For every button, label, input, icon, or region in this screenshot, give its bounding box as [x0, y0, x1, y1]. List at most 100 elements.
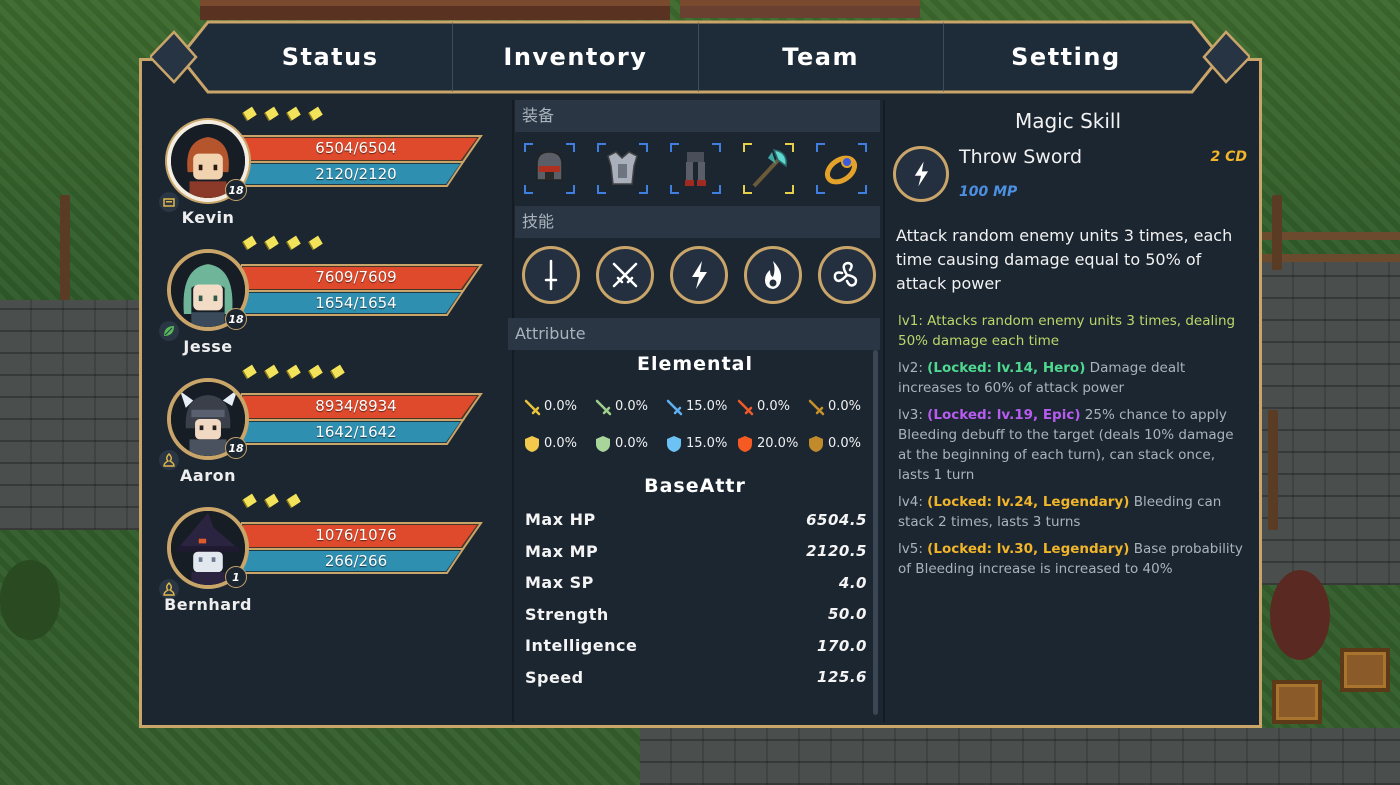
- star-icon: [287, 106, 301, 121]
- star-rating: [243, 493, 301, 508]
- elemental-title: Elemental: [636, 353, 753, 375]
- crossed-swords-skill-icon[interactable]: [596, 246, 654, 304]
- skill-level-1: lv1: Attacks random enemy units 3 times,…: [898, 313, 1236, 349]
- mp-value: 1642/1642: [315, 423, 397, 441]
- skill-mp-cost: 100 MP: [959, 184, 1018, 200]
- equipment-slots: [523, 142, 878, 198]
- level-badge: 18: [225, 308, 247, 330]
- star-icon: [287, 235, 301, 250]
- member-name: Aaron: [180, 466, 236, 485]
- attr-row-strength: Strength 50.0: [525, 604, 867, 624]
- tab-inventory[interactable]: Inventory: [453, 22, 699, 92]
- attribute-panel: Elemental 0.0% 0.0% 15.0% 0.0% 0.0% 0.0%…: [515, 348, 880, 725]
- star-icon: [243, 235, 257, 250]
- hp-mp-bars: 1076/1076 266/266: [241, 519, 491, 577]
- star-rating: [243, 235, 323, 250]
- base-attr-list: Max HP 6504.5 Max MP 2120.5 Max SP 4.0 Stre…: [525, 504, 867, 693]
- team-list: 6504/6504 2120/2120 18 Kevin 7609/7609 1…: [143, 100, 513, 725]
- member-name: Kevin: [181, 208, 235, 227]
- lightning-skill-icon[interactable]: [670, 246, 728, 304]
- axe-icon[interactable]: [742, 142, 795, 195]
- star-icon: [309, 235, 323, 250]
- skill-level-4: lv4: (Locked: lv.24, Legendary) Bleeding…: [898, 494, 1222, 530]
- sword-green-icon: 0.0%: [594, 398, 665, 416]
- greaves-icon[interactable]: [669, 142, 722, 195]
- sword-skill-icon[interactable]: [522, 246, 580, 304]
- team-member-kevin[interactable]: 6504/6504 2120/2120 18 Kevin: [143, 100, 513, 228]
- hp-mp-bars: 8934/8934 1642/1642: [241, 390, 491, 448]
- tab-setting[interactable]: Setting: [944, 22, 1188, 92]
- hp-mp-bars: 7609/7609 1654/1654: [241, 261, 491, 319]
- star-icon: [243, 493, 257, 508]
- team-member-jesse[interactable]: 7609/7609 1654/1654 18 Jesse: [143, 229, 513, 357]
- level-badge: 1: [225, 566, 247, 588]
- sword-blue-icon: 15.0%: [665, 398, 736, 416]
- skill-level-2: lv2: (Locked: lv.14, Hero) Damage dealt …: [898, 360, 1186, 396]
- member-name: Bernhard: [164, 595, 252, 614]
- skill-description: Attack random enemy units 3 times, each …: [896, 226, 1233, 293]
- star-icon: [331, 364, 345, 379]
- elemental-grid: 0.0% 0.0% 15.0% 0.0% 0.0% 0.0% 0.0% 15.0…: [523, 388, 878, 462]
- star-icon: [287, 364, 301, 379]
- star-icon: [265, 235, 279, 250]
- base-attr-title: BaseAttr: [644, 475, 746, 497]
- equipment-header: 装备: [515, 100, 880, 132]
- star-icon: [265, 493, 279, 508]
- shield-brown-icon: 0.0%: [807, 435, 878, 453]
- star-icon: [309, 106, 323, 121]
- mp-value: 2120/2120: [315, 165, 397, 183]
- star-icon: [265, 106, 279, 121]
- triskelion-skill-icon[interactable]: [818, 246, 876, 304]
- star-icon: [243, 106, 257, 121]
- star-icon: [265, 364, 279, 379]
- mp-value: 1654/1654: [315, 294, 397, 312]
- sword-brown-icon: 0.0%: [807, 398, 878, 416]
- hp-value: 8934/8934: [315, 397, 397, 415]
- team-member-bernhard[interactable]: 1076/1076 266/266 1 Bernhard: [143, 487, 513, 615]
- star-rating: [243, 364, 345, 379]
- skill-level-list: lv1: Attacks random enemy units 3 times,…: [898, 311, 1250, 586]
- lightning-skill-icon: [893, 146, 949, 202]
- elemental-attack-row: 0.0% 0.0% 15.0% 0.0% 0.0%: [523, 388, 878, 425]
- skills-header: 技能: [515, 206, 880, 238]
- shield-yellow-icon: 0.0%: [523, 435, 594, 453]
- hp-value: 7609/7609: [315, 268, 397, 286]
- shield-green-icon: 0.0%: [594, 435, 665, 453]
- hp-value: 6504/6504: [315, 139, 397, 157]
- skill-level-5: lv5: (Locked: lv.30, Legendary) Base pro…: [898, 541, 1243, 577]
- shield-red-icon: 20.0%: [736, 435, 807, 453]
- attribute-header: Attribute: [508, 318, 880, 350]
- skill-level-3: lv3: (Locked: lv.19, Epic) 25% chance to…: [898, 407, 1234, 483]
- helmet-icon[interactable]: [523, 142, 576, 195]
- menu-tab-bar: Status Inventory Team Setting: [150, 18, 1250, 96]
- level-badge: 18: [225, 179, 247, 201]
- sword-red-icon: 0.0%: [736, 398, 807, 416]
- ring-icon[interactable]: [815, 142, 868, 195]
- tab-team[interactable]: Team: [699, 22, 944, 92]
- sword-yellow-icon: 0.0%: [523, 398, 594, 416]
- star-rating: [243, 106, 323, 121]
- hp-mp-bars: 6504/6504 2120/2120: [241, 132, 491, 190]
- attr-row-speed: Speed 125.6: [525, 667, 867, 687]
- star-icon: [287, 493, 301, 508]
- tab-status[interactable]: Status: [208, 22, 454, 92]
- attr-row-max-mp: Max MP 2120.5: [525, 541, 867, 561]
- member-name: Jesse: [183, 337, 233, 356]
- star-icon: [309, 364, 323, 379]
- team-member-aaron[interactable]: 8934/8934 1642/1642 18 Aaron: [143, 358, 513, 486]
- elemental-defense-row: 0.0% 0.0% 15.0% 20.0% 0.0%: [523, 425, 878, 462]
- star-icon: [243, 364, 257, 379]
- fire-skill-icon[interactable]: [744, 246, 802, 304]
- skill-cooldown: 2 CD: [1210, 149, 1247, 165]
- skill-name: Throw Sword: [959, 146, 1083, 168]
- hp-value: 1076/1076: [315, 526, 397, 544]
- attr-row-max-sp: Max SP 4.0: [525, 573, 867, 593]
- attr-row-max-hp: Max HP 6504.5: [525, 510, 867, 530]
- skill-category-title: Magic Skill: [1014, 109, 1122, 133]
- skill-slots: [522, 246, 877, 304]
- attribute-scrollbar[interactable]: [873, 350, 878, 715]
- armor-icon[interactable]: [596, 142, 649, 195]
- equipment-and-attributes: 装备 技能 Attribute Elemental 0.0% 0.0% 15.0…: [508, 100, 883, 725]
- skill-detail-panel: Magic Skill Throw Sword 2 CD 100 MP Atta…: [887, 100, 1259, 725]
- mp-value: 266/266: [324, 552, 388, 570]
